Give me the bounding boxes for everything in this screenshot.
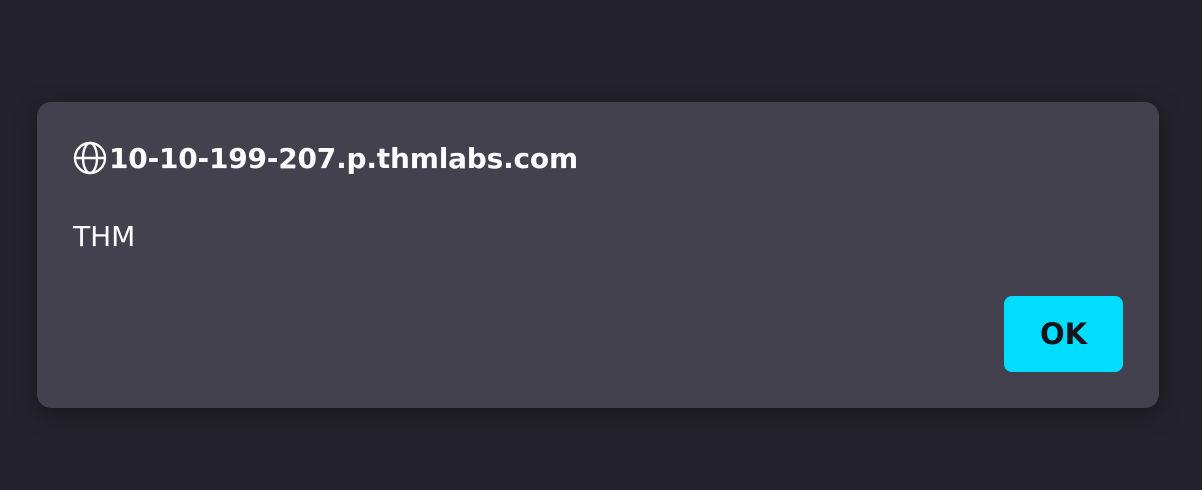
alert-dialog: 10-10-199-207.p.thmlabs.com THM OK (37, 102, 1159, 408)
ok-button[interactable]: OK (1004, 296, 1123, 372)
dialog-origin: 10-10-199-207.p.thmlabs.com (109, 141, 578, 175)
globe-icon (73, 140, 109, 176)
dialog-header: 10-10-199-207.p.thmlabs.com (73, 140, 578, 176)
dialog-message: THM (73, 220, 136, 253)
